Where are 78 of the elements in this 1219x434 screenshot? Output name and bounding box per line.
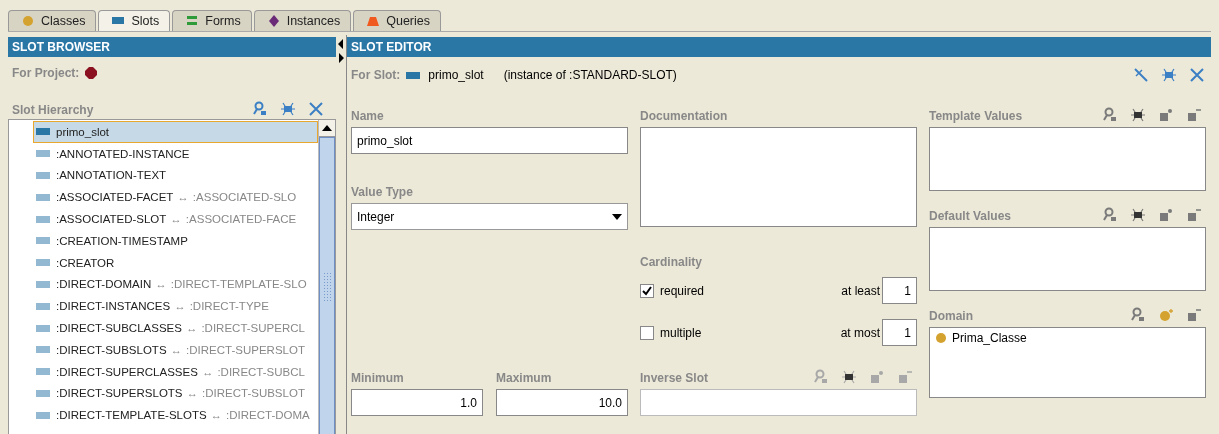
field-label: Cardinality (640, 255, 702, 269)
slot-list-item[interactable]: :DIRECT-TEMPLATE-SLOTS ↔ :DIRECT-DOMA (33, 404, 318, 427)
slot-list-item[interactable]: :ASSOCIATED-FACET ↔ :ASSOCIATED-SLO (33, 186, 318, 209)
slot-list-item[interactable]: :CREATION-TIMESTAMP (33, 230, 318, 252)
slot-list-item[interactable]: :CREATOR (33, 251, 318, 274)
maximum-field[interactable]: 10.0 (496, 389, 628, 416)
panel-header: SLOT EDITOR (347, 37, 1211, 57)
field-label: Domain (929, 309, 973, 323)
slot-list-item[interactable]: :DIRECT-INSTANCES ↔ :DIRECT-TYPE (33, 295, 318, 318)
slot-icon (406, 71, 421, 79)
field-label: Name (351, 109, 384, 123)
value-type-dropdown[interactable]: Integer (351, 203, 628, 230)
field-label: Template Values (929, 109, 1023, 123)
search-icon[interactable] (813, 369, 829, 385)
search-icon[interactable] (1102, 107, 1118, 123)
checkbox-label: multiple (660, 325, 703, 340)
slot-list-item[interactable]: :DIRECT-DOMAIN ↔ :DIRECT-TEMPLATE-SLO (33, 273, 318, 296)
slot-label: For Slot: (351, 68, 401, 82)
slot-name: primo_slot (428, 68, 484, 82)
remove-icon[interactable] (897, 369, 913, 385)
slot-list-item[interactable]: :DIRECT-SUBCLASSES ↔ :DIRECT-SUPERCL (33, 317, 318, 339)
select-icon[interactable] (1130, 207, 1146, 223)
slot-list-item[interactable]: :DIRECT-SUPERCLASSES ↔ :DIRECT-SUBCL (33, 360, 318, 383)
close-icon[interactable] (1189, 67, 1205, 83)
field-label: Default Values (929, 209, 1012, 223)
pen-icon[interactable] (1133, 67, 1149, 83)
search-icon[interactable] (252, 101, 268, 117)
field-label: Inverse Slot (640, 371, 709, 385)
trapezoid-icon (366, 15, 381, 27)
slot-list-item[interactable]: primo_slot (33, 121, 318, 143)
checkbox-label: required (660, 283, 706, 298)
slot-list-item[interactable]: :ANNOTATED-INSTANCE (33, 142, 318, 165)
remove-icon[interactable] (1186, 307, 1202, 323)
select-icon[interactable] (1130, 107, 1146, 123)
remove-icon[interactable] (1186, 107, 1202, 123)
field-label: Documentation (640, 109, 728, 123)
search-icon[interactable] (1130, 307, 1146, 323)
instance-of-text: (instance of :STANDARD-SLOT) (503, 68, 677, 82)
field-label: Value Type (351, 185, 413, 199)
add-icon[interactable] (869, 369, 885, 385)
field-label: at least (841, 283, 880, 298)
domain-item[interactable]: Prima_Classe (936, 331, 1199, 345)
checkbox[interactable] (640, 325, 654, 340)
hierarchy-label: Slot Hierarchy (12, 103, 94, 117)
field-label: at most (840, 325, 880, 340)
slot-list-item[interactable]: :DIRECT-SUPERSLOTS ↔ :DIRECT-SUBSLOT (33, 382, 318, 405)
name-field[interactable]: primo_slot (351, 127, 628, 154)
dropdown-arrow-icon (612, 213, 622, 220)
slot-list-item[interactable]: :DIRECT-SUBSLOTS ↔ :DIRECT-SUPERSLOT (33, 338, 318, 361)
slot-icon (111, 15, 126, 27)
remove-icon[interactable] (1186, 207, 1202, 223)
documentation-field[interactable] (640, 127, 917, 227)
circle-icon (21, 15, 35, 27)
field-label: Minimum (351, 371, 404, 385)
splitter-arrows-icon[interactable] (337, 37, 345, 65)
tab[interactable]: Forms (172, 10, 252, 31)
panel-header: SLOT BROWSER (8, 37, 336, 57)
checkbox[interactable] (640, 283, 654, 298)
select-icon[interactable] (841, 369, 857, 385)
slot-list-item[interactable]: :ASSOCIATED-SLOT ↔ :ASSOCIATED-FACE (33, 208, 318, 230)
minimum-field[interactable]: 1.0 (351, 389, 483, 416)
field-label: Maximum (496, 371, 552, 385)
at-least-field[interactable]: 1 (882, 277, 917, 304)
tab[interactable]: Instances (253, 10, 352, 31)
search-icon[interactable] (1102, 207, 1118, 223)
tab[interactable]: Queries (353, 10, 441, 31)
form-icon (185, 15, 200, 27)
project-label: For Project: (12, 66, 80, 80)
slot-list-item[interactable]: :ANNOTATION-TEXT (33, 164, 318, 187)
add-icon[interactable] (1158, 207, 1174, 223)
add-class-icon[interactable] (1158, 307, 1174, 323)
add-icon[interactable] (1158, 107, 1174, 123)
at-most-field[interactable]: 1 (882, 319, 917, 346)
project-icon (85, 67, 98, 79)
diamond-icon (266, 15, 281, 27)
inverse-slot-field[interactable] (640, 389, 917, 416)
tab[interactable]: Slots (98, 10, 171, 31)
tab[interactable]: Classes (8, 10, 97, 31)
